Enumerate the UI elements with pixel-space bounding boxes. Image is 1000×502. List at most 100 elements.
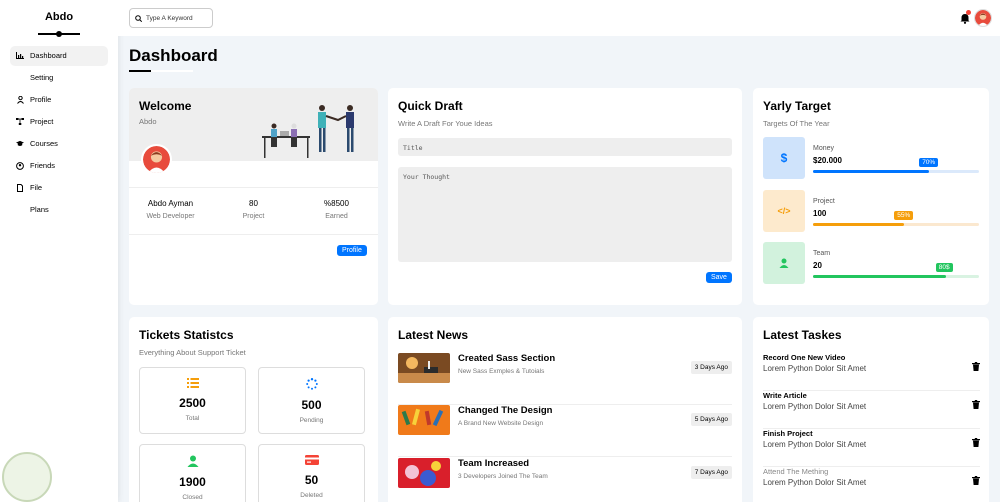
sidebar-item-label: Dashboard — [30, 51, 67, 60]
user-icon — [16, 95, 24, 104]
sidebar-item-plans[interactable]: Plans — [10, 200, 108, 220]
news-item-subtitle: 3 Developers Joined The Team — [458, 473, 548, 480]
news-image — [398, 353, 450, 383]
ticket-value: 1900 — [179, 475, 206, 489]
task-item: Record One New Video Lorem Python Dolor … — [763, 353, 980, 391]
progress-track — [813, 275, 979, 278]
latest-tasks-card: Latest Taskes Record One New Video Lorem… — [753, 317, 989, 502]
task-item: Write Article Lorem Python Dolor Sit Ame… — [763, 391, 980, 429]
progress-fill — [813, 170, 930, 173]
news-item-date: 5 Days Ago — [690, 413, 732, 426]
sidebar-item-setting[interactable]: Setting — [10, 68, 108, 88]
users-icon — [763, 242, 805, 284]
team-illustration — [262, 105, 354, 158]
target-row-team: Team 20 80$ — [763, 242, 979, 284]
latest-news-card: Latest News Created Sass Section New Sas… — [388, 317, 742, 502]
draft-thought-field[interactable]: Your Thought — [398, 167, 732, 262]
progress-track — [813, 170, 979, 173]
sidebar-item-label: Courses — [30, 139, 58, 148]
ticket-total: 2500 Total — [139, 367, 246, 434]
brand-title: Abdo — [44, 11, 74, 23]
notification-bell-icon[interactable] — [960, 10, 971, 29]
draft-title-field[interactable]: Title — [398, 138, 732, 156]
check-user-icon — [140, 455, 245, 467]
task-description: Lorem Python Dolor Sit Amet — [763, 440, 867, 449]
chart-icon — [16, 52, 24, 59]
stat-value: %8500 — [324, 199, 349, 208]
ticket-label: Pending — [299, 417, 324, 424]
ticket-value: 2500 — [179, 396, 206, 410]
news-item[interactable]: Created Sass Section New Sass Exmples & … — [398, 353, 732, 405]
task-description: Lorem Python Dolor Sit Amet — [763, 402, 867, 411]
sidebar-nav: Dashboard Setting Profile Project Course… — [0, 35, 118, 220]
tickets-card: Tickets Statistcs Everything About Suppo… — [129, 317, 378, 502]
sidebar-item-project[interactable]: Project — [10, 112, 108, 132]
tasks-title: Latest Taskes — [763, 328, 842, 342]
progress-fill — [813, 275, 946, 278]
target-row-money: $ Money $20.000 70% — [763, 137, 979, 179]
stat-label: Web Developer — [146, 213, 195, 220]
welcome-card: Welcome Abdo Abdo Ayman Web Developer 80… — [129, 88, 378, 305]
task-title: Attend The Mething — [763, 467, 829, 476]
ticket-pending: 500 Pending — [258, 367, 365, 434]
stat-label: Earned — [325, 213, 348, 220]
top-header — [118, 0, 1000, 36]
target-value: 20 — [813, 261, 822, 270]
task-title: Record One New Video — [763, 353, 846, 362]
notification-dot — [966, 10, 971, 15]
yearly-target-card: Yarly Target Targets Of The Year $ Money $… — [753, 88, 989, 305]
page-title-underline — [129, 70, 193, 72]
trash-icon[interactable] — [972, 472, 980, 490]
tickets-title: Tickets Statistcs — [139, 328, 234, 342]
stat-value: Abdo Ayman — [147, 199, 194, 208]
task-description: Lorem Python Dolor Sit Amet — [763, 364, 867, 373]
ticket-value: 500 — [301, 398, 322, 412]
stat-earned: %8500 Earned — [295, 188, 378, 234]
news-item-date: 3 Days Ago — [690, 361, 732, 374]
ticket-closed: 1900 Closed — [139, 444, 246, 502]
task-item-done: Attend The Mething Lorem Python Dolor Si… — [763, 467, 980, 502]
sidebar-item-file[interactable]: File — [10, 178, 108, 198]
trash-icon[interactable] — [972, 396, 980, 414]
profile-button[interactable]: Profile — [337, 245, 367, 256]
dollar-icon: $ — [763, 137, 805, 179]
search-input[interactable] — [146, 14, 210, 22]
target-value: 100 — [813, 209, 827, 218]
task-title: Write Article — [763, 391, 807, 400]
sidebar-item-dashboard[interactable]: Dashboard — [10, 45, 108, 66]
ticket-deleted: 50 Deleted — [258, 444, 365, 502]
news-item[interactable]: Changed The Design A Brand New Website D… — [398, 405, 732, 457]
task-description: Lorem Python Dolor Sit Amet — [763, 478, 867, 487]
code-icon: </> — [763, 190, 805, 232]
save-button[interactable]: Save — [706, 272, 732, 283]
card-icon — [259, 455, 364, 465]
target-label: Money — [813, 145, 835, 152]
sidebar-item-label: Profile — [30, 95, 52, 104]
search-box[interactable] — [129, 8, 213, 28]
circle-user-icon — [16, 161, 24, 170]
trash-icon[interactable] — [972, 358, 980, 376]
trash-icon[interactable] — [972, 434, 980, 452]
sidebar-item-friends[interactable]: Friends — [10, 156, 108, 176]
task-title: Finish Project — [763, 429, 813, 438]
quick-draft-card: Quick Draft Write A Draft For Youe Ideas… — [388, 88, 742, 305]
news-item-subtitle: New Sass Exmples & Tutoials — [458, 368, 545, 375]
ticket-label: Closed — [182, 494, 203, 501]
progress-badge: 55% — [894, 211, 914, 220]
sidebar: Abdo Dashboard Setting Profile Project C… — [0, 0, 118, 502]
diagram-icon — [16, 118, 24, 125]
search-icon — [135, 9, 143, 27]
news-item[interactable]: Team Increased 3 Developers Joined The T… — [398, 458, 732, 502]
sidebar-item-label: File — [30, 183, 43, 192]
target-label: Team — [813, 250, 831, 257]
welcome-avatar — [141, 144, 172, 175]
sidebar-item-label: Project — [30, 117, 54, 126]
news-image — [398, 458, 450, 488]
progress-fill — [813, 223, 905, 226]
sidebar-item-profile[interactable]: Profile — [10, 90, 108, 110]
quick-draft-subtitle: Write A Draft For Youe Ideas — [398, 119, 493, 128]
quick-draft-title: Quick Draft — [398, 99, 463, 113]
news-image — [398, 405, 450, 435]
header-avatar[interactable] — [974, 9, 992, 27]
sidebar-item-courses[interactable]: Courses — [10, 134, 108, 154]
